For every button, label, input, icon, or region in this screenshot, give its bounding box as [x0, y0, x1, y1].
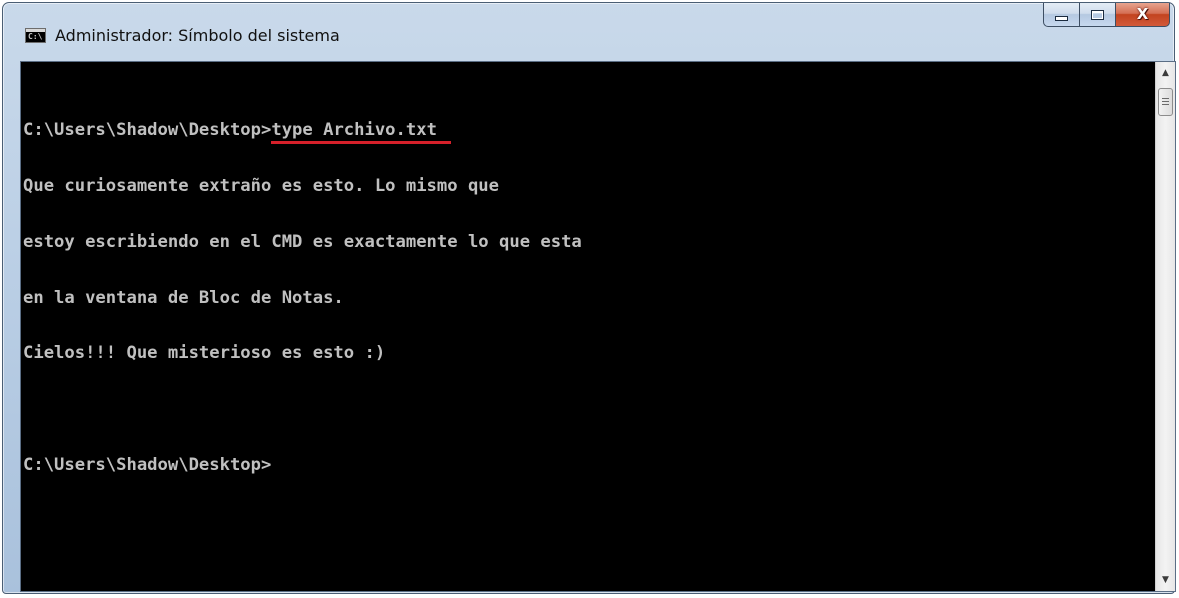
minimize-icon: [1055, 16, 1068, 21]
scroll-down-icon[interactable]: ▼: [1156, 571, 1175, 589]
prompt: C:\Users\Shadow\Desktop>: [23, 120, 272, 141]
final-prompt: C:\Users\Shadow\Desktop>: [23, 454, 272, 475]
console-text[interactable]: C:\Users\Shadow\Desktop>type Archivo.txt…: [21, 62, 1155, 591]
console-area[interactable]: C:\Users\Shadow\Desktop>type Archivo.txt…: [20, 61, 1176, 592]
close-icon: X: [1136, 5, 1149, 23]
output-line: en la ventana de Bloc de Notas.: [23, 287, 344, 308]
maximize-button[interactable]: [1079, 3, 1115, 27]
red-underline: [271, 141, 451, 145]
scroll-up-icon[interactable]: ▲: [1156, 64, 1175, 82]
title-bar[interactable]: C:\ Administrador: Símbolo del sistema X: [3, 3, 1174, 55]
vertical-scrollbar[interactable]: ▲ ▼: [1155, 62, 1175, 591]
cmd-icon[interactable]: C:\: [25, 28, 46, 43]
maximize-icon: [1091, 9, 1104, 20]
output-line: Que curiosamente extraño es esto. Lo mis…: [23, 175, 499, 196]
grip-line: [1162, 101, 1169, 102]
output-line: Cielos!!! Que misterioso es esto :): [23, 343, 386, 364]
scroll-thumb[interactable]: [1158, 88, 1173, 116]
minimize-button[interactable]: [1043, 3, 1079, 27]
caption-buttons: X: [1043, 3, 1170, 27]
console-window: C:\ Administrador: Símbolo del sistema X…: [2, 2, 1176, 594]
grip-line: [1162, 104, 1169, 105]
output-line: estoy escribiendo en el CMD es exactamen…: [23, 231, 582, 252]
command-line: C:\Users\Shadow\Desktop>type Archivo.txt: [23, 120, 1155, 145]
grip-line: [1162, 98, 1169, 99]
window-title: Administrador: Símbolo del sistema: [55, 26, 340, 45]
command-text: type Archivo.txt: [271, 120, 451, 145]
close-button[interactable]: X: [1115, 3, 1170, 27]
